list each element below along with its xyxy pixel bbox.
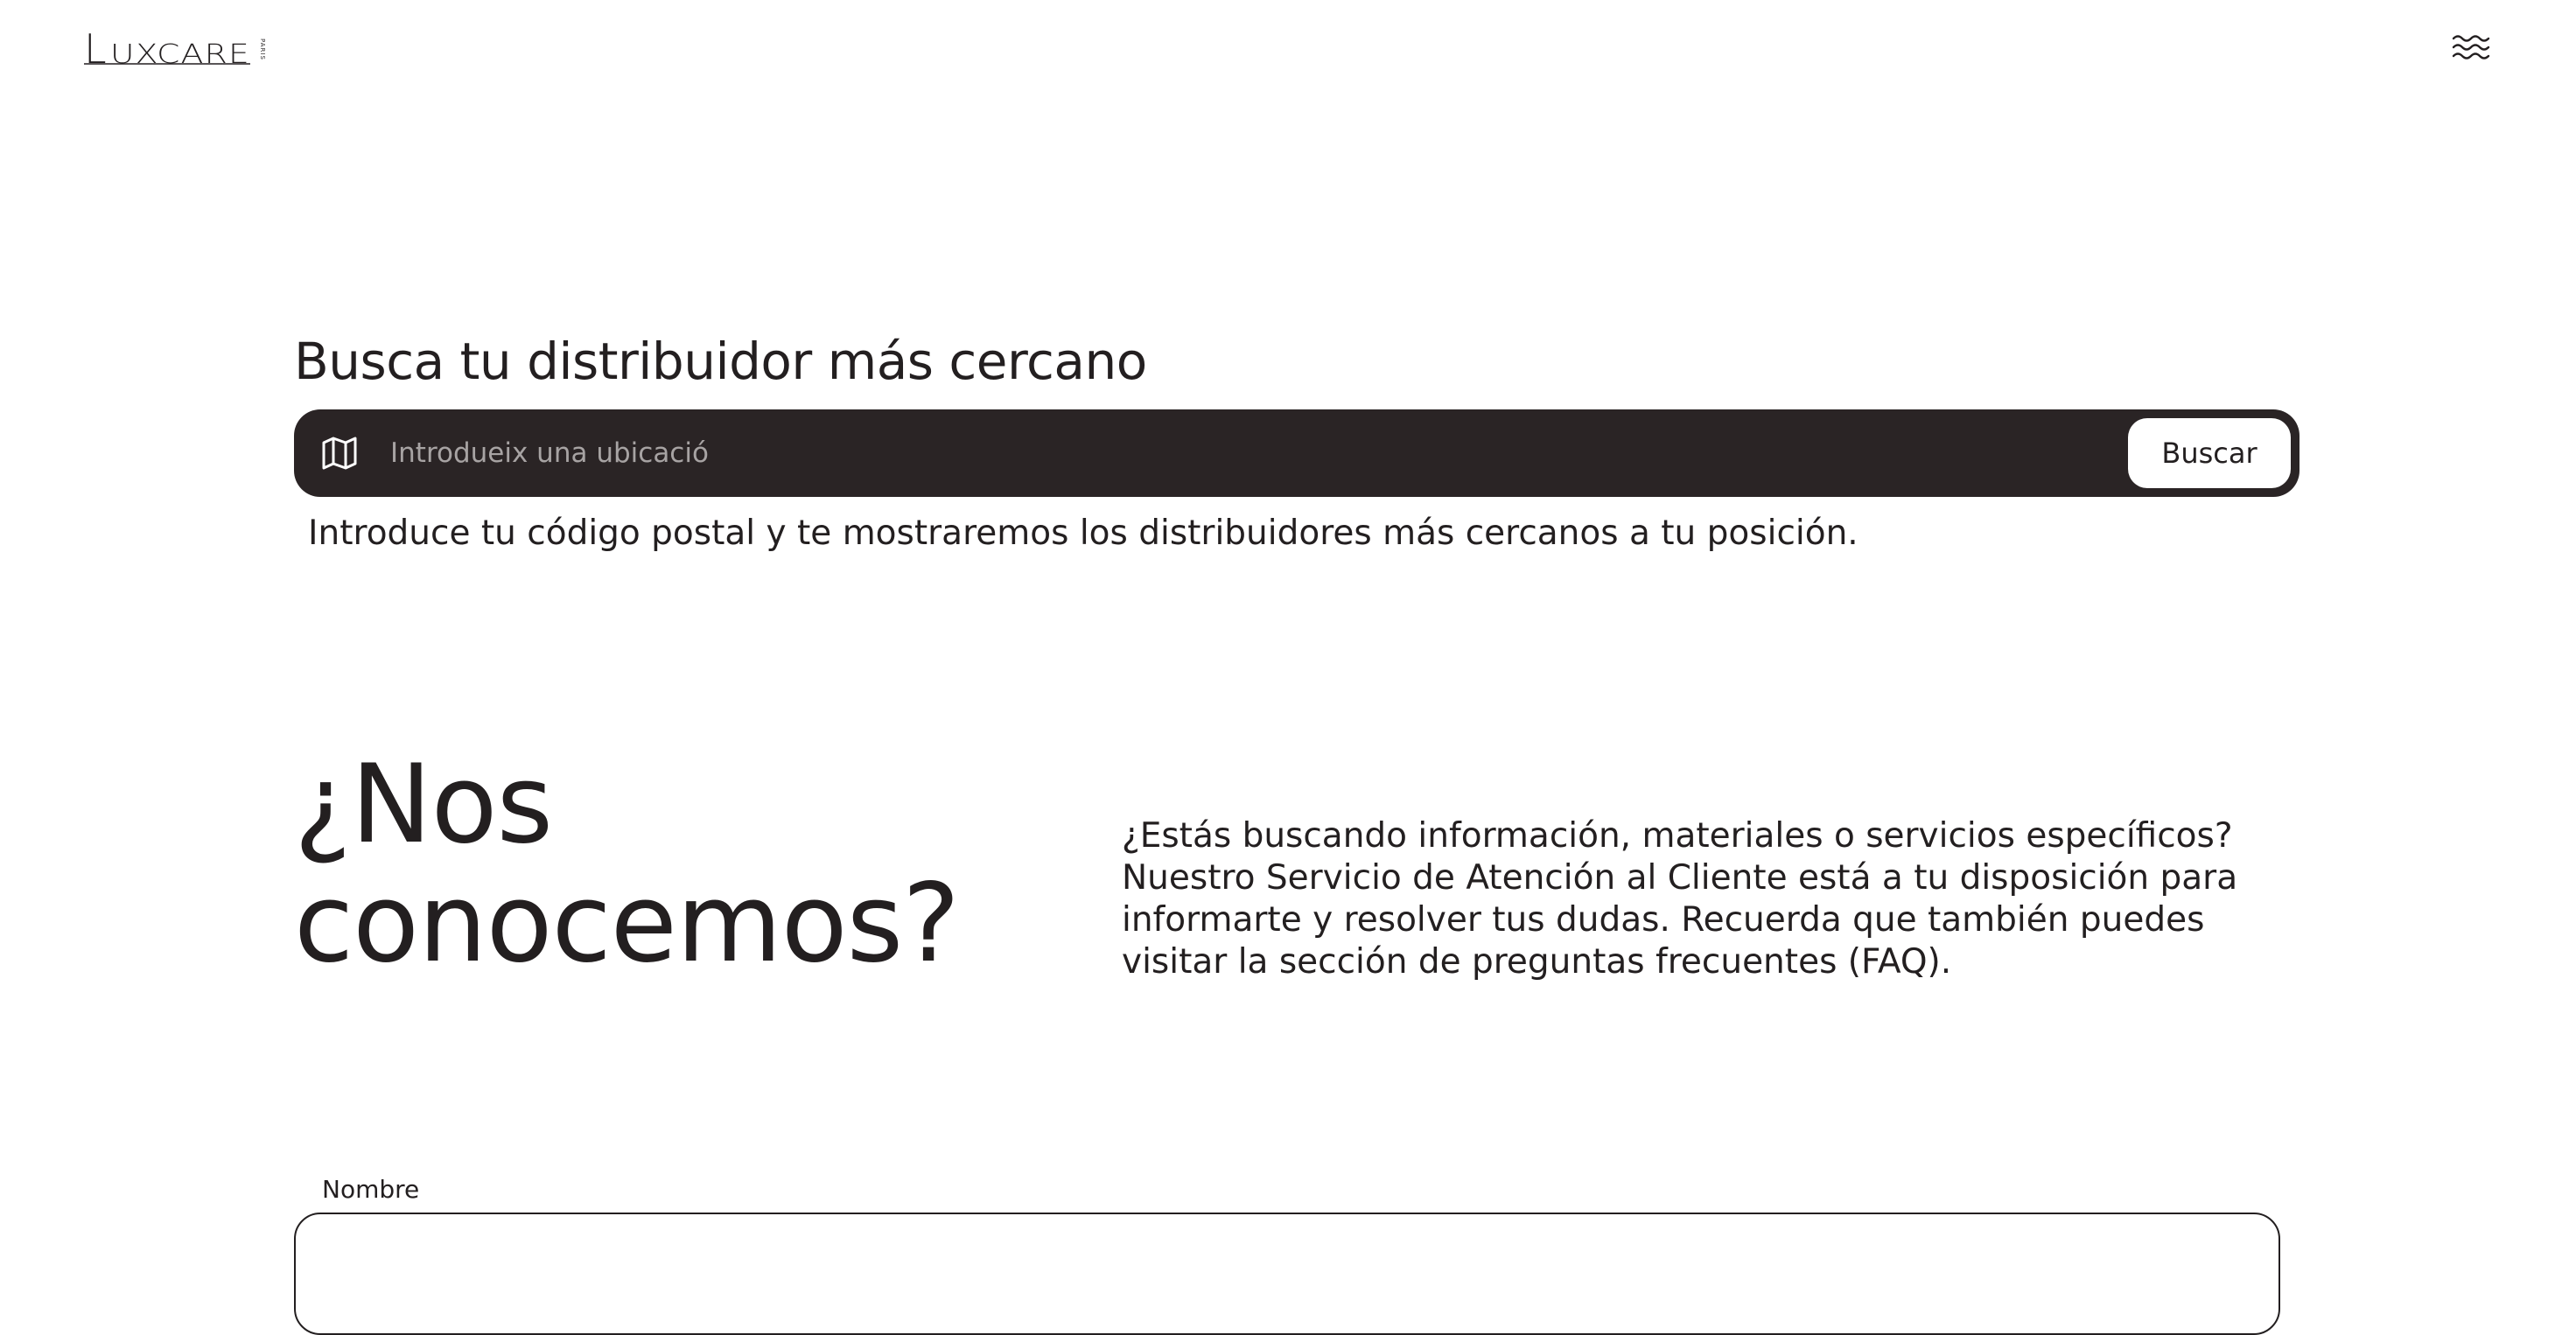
logo-subtext: PARIS xyxy=(259,38,266,60)
contact-intro: ¿Nos conocemos? ¿Estás buscando informac… xyxy=(294,745,2300,1008)
luxcare-logo-mark: L UXCARE xyxy=(84,30,250,68)
waves-menu-icon xyxy=(2452,35,2490,59)
search-button[interactable]: Buscar xyxy=(2128,418,2291,488)
svg-text:L: L xyxy=(84,30,107,68)
locator-title: Busca tu distribuidor más cercano xyxy=(294,332,1147,391)
contact-title-line1: ¿Nos xyxy=(294,742,553,868)
location-search-bar: Buscar xyxy=(294,409,2300,497)
contact-description: ¿Estás buscando información, materiales … xyxy=(1122,816,2238,982)
distributor-locator: Busca tu distribuidor más cercano Buscar… xyxy=(294,324,2300,553)
name-field-label: Nombre xyxy=(322,1175,420,1204)
locator-help-text: Introduce tu código postal y te mostrare… xyxy=(308,514,1858,553)
location-input[interactable] xyxy=(388,427,1526,479)
map-icon xyxy=(322,437,357,470)
contact-title-line2: conocemos? xyxy=(294,861,960,987)
contact-title: ¿Nos conocemos? xyxy=(294,742,960,987)
name-field[interactable] xyxy=(294,1213,2280,1335)
menu-button[interactable] xyxy=(2452,31,2490,63)
site-header: L UXCARE PARIS xyxy=(0,0,2576,96)
luxcare-logo[interactable]: L UXCARE PARIS xyxy=(84,30,266,68)
